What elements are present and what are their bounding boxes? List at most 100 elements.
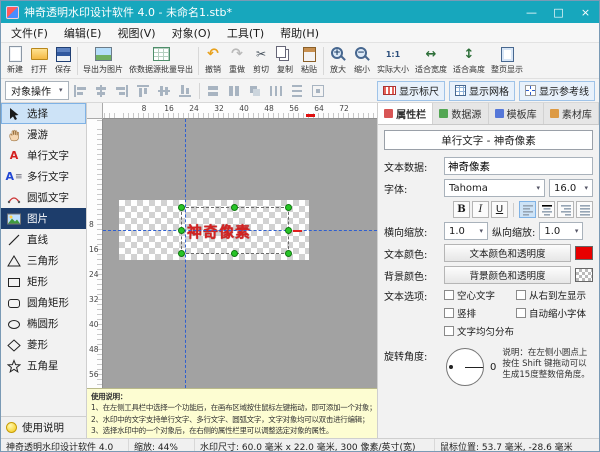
selection-handle[interactable] [178,204,185,211]
selection-handle[interactable] [285,250,292,257]
font-family-select[interactable]: Tahoma [444,179,545,197]
tool-rounded-rectangle[interactable]: 圆角矩形 [1,292,86,313]
distribute-v-button[interactable] [288,81,307,100]
align-bottom-button[interactable] [176,81,195,100]
rotation-dial[interactable] [446,348,484,386]
tool-diamond[interactable]: 菱形 [1,334,86,355]
checkbox-even-distribution[interactable]: 文字均匀分布 [444,324,514,338]
menu-object[interactable]: 对象(O) [164,22,219,44]
show-grid-toggle[interactable]: 显示网格 [449,80,515,101]
tool-pan[interactable]: 漫游 [1,124,86,145]
center-in-page-button[interactable] [309,81,328,100]
align-top-button[interactable] [134,81,153,100]
close-button[interactable]: × [572,1,599,23]
selected-object-header: 单行文字 - 神奇像素 [384,130,593,150]
minimize-button[interactable]: — [518,1,545,23]
actual-size-button[interactable]: 实际大小 [374,44,412,78]
menu-view[interactable]: 视图(V) [109,22,163,44]
tab-materials[interactable]: 素材库 [544,103,599,124]
rotation-handle[interactable] [293,229,302,232]
tool-arc-text[interactable]: 圆弧文字 [1,187,86,208]
same-height-button[interactable] [225,81,244,100]
zoom-in-button[interactable]: 放大 [326,44,350,78]
canvas[interactable]: 神奇像素 [103,119,377,388]
selection-handle[interactable] [285,226,292,234]
align-middle-button[interactable] [155,81,174,100]
italic-button[interactable]: I [472,201,489,218]
selection-handle[interactable] [231,204,238,211]
tool-image[interactable]: 图片 [1,208,86,229]
vscale-input[interactable]: 1.0 [539,222,584,240]
tool-line[interactable]: 直线 [1,229,86,250]
selection-handle[interactable] [285,204,292,211]
bg-color-button[interactable]: 背景颜色和透明度 [444,266,571,284]
text-align-left-button[interactable] [519,201,536,218]
cut-button[interactable]: 剪切 [249,44,273,78]
undo-button[interactable]: 撤销 [201,44,225,78]
status-zoom: 缩放: 44% [129,439,195,451]
align-center-h-button[interactable] [92,81,111,100]
same-width-button[interactable] [204,81,223,100]
chevron-down-icon [536,185,540,192]
tab-templates[interactable]: 模板库 [489,103,544,124]
new-button[interactable]: 新建 [3,44,27,78]
align-left-button[interactable] [71,81,90,100]
hscale-input[interactable]: 1.0 [444,222,488,240]
checkbox-auto-shrink[interactable]: 自动缩小字体 [516,306,586,320]
menu-tools[interactable]: 工具(T) [219,22,272,44]
text-align-right-button[interactable] [557,201,574,218]
tab-datasource[interactable]: 数据源 [433,103,489,124]
same-height-icon [229,85,240,96]
tab-properties[interactable]: 属性栏 [378,103,434,124]
tool-multi-line-text[interactable]: 多行文字 [1,166,86,187]
tool-triangle[interactable]: 三角形 [1,250,86,271]
text-data-input[interactable] [444,157,593,175]
same-size-button[interactable] [246,81,265,100]
menu-help[interactable]: 帮助(H) [272,22,327,44]
canvas-column: 8 16 24 32 40 48 56 64 72 8 16 24 32 40 … [87,103,377,438]
checkbox-hollow-text[interactable]: 空心文字 [444,288,516,302]
selection-handle[interactable] [178,226,185,234]
distribute-h-button[interactable] [267,81,286,100]
usage-help-button[interactable]: 使用说明 [1,416,86,438]
tool-ellipse[interactable]: 椭圆形 [1,313,86,334]
bold-button[interactable]: B [453,201,470,218]
zoom-out-button[interactable]: 缩小 [350,44,374,78]
bg-color-swatch[interactable] [575,268,593,282]
menu-edit[interactable]: 编辑(E) [56,22,110,44]
fit-page-button[interactable]: 整页显示 [488,44,526,78]
maximize-button[interactable]: □ [545,1,572,23]
checkbox-right-to-left[interactable]: 从右到左显示 [516,288,586,302]
tool-select[interactable]: 选择 [1,103,86,124]
selection-handle[interactable] [178,250,185,257]
paste-button[interactable]: 粘贴 [297,44,321,78]
same-width-icon [208,85,219,96]
show-guides-toggle[interactable]: 显示参考线 [519,80,595,101]
menu-file[interactable]: 文件(F) [3,22,56,44]
redo-button[interactable]: 重做 [225,44,249,78]
selection-handle[interactable] [231,250,238,257]
tool-single-line-text[interactable]: 单行文字 [1,145,86,166]
align-right-button[interactable] [113,81,132,100]
text-align-justify-button[interactable] [576,201,593,218]
export-image-button[interactable]: 导出为图片 [80,44,126,78]
rotation-note: 说明：在左侧小圆点上按住 Shift 键拖动可以生成15度整数倍角度。 [502,348,590,380]
text-color-button[interactable]: 文本颜色和透明度 [444,244,571,262]
object-operations-dropdown[interactable]: 对象操作 [5,81,69,100]
open-button[interactable]: 打开 [27,44,51,78]
text-align-center-button[interactable] [538,201,555,218]
tool-rectangle[interactable]: 矩形 [1,271,86,292]
fit-width-button[interactable]: 适合宽度 [412,44,450,78]
save-button[interactable]: 保存 [51,44,75,78]
batch-export-button[interactable]: 依数据源批量导出 [126,44,196,78]
checkbox-vertical[interactable]: 竖排 [444,306,516,320]
tool-star[interactable]: 五角星 [1,355,86,376]
font-size-select[interactable]: 16.0 [549,179,593,197]
fit-height-button[interactable]: 适合高度 [450,44,488,78]
status-mouse-position: 鼠标位置: 53.7 毫米, -28.6 毫米 [440,442,573,452]
underline-button[interactable]: U [491,201,508,218]
text-color-swatch[interactable] [575,246,593,260]
copy-button[interactable]: 复制 [273,44,297,78]
show-ruler-toggle[interactable]: 显示标尺 [377,80,445,101]
rotation-dial-dot[interactable] [449,365,453,369]
